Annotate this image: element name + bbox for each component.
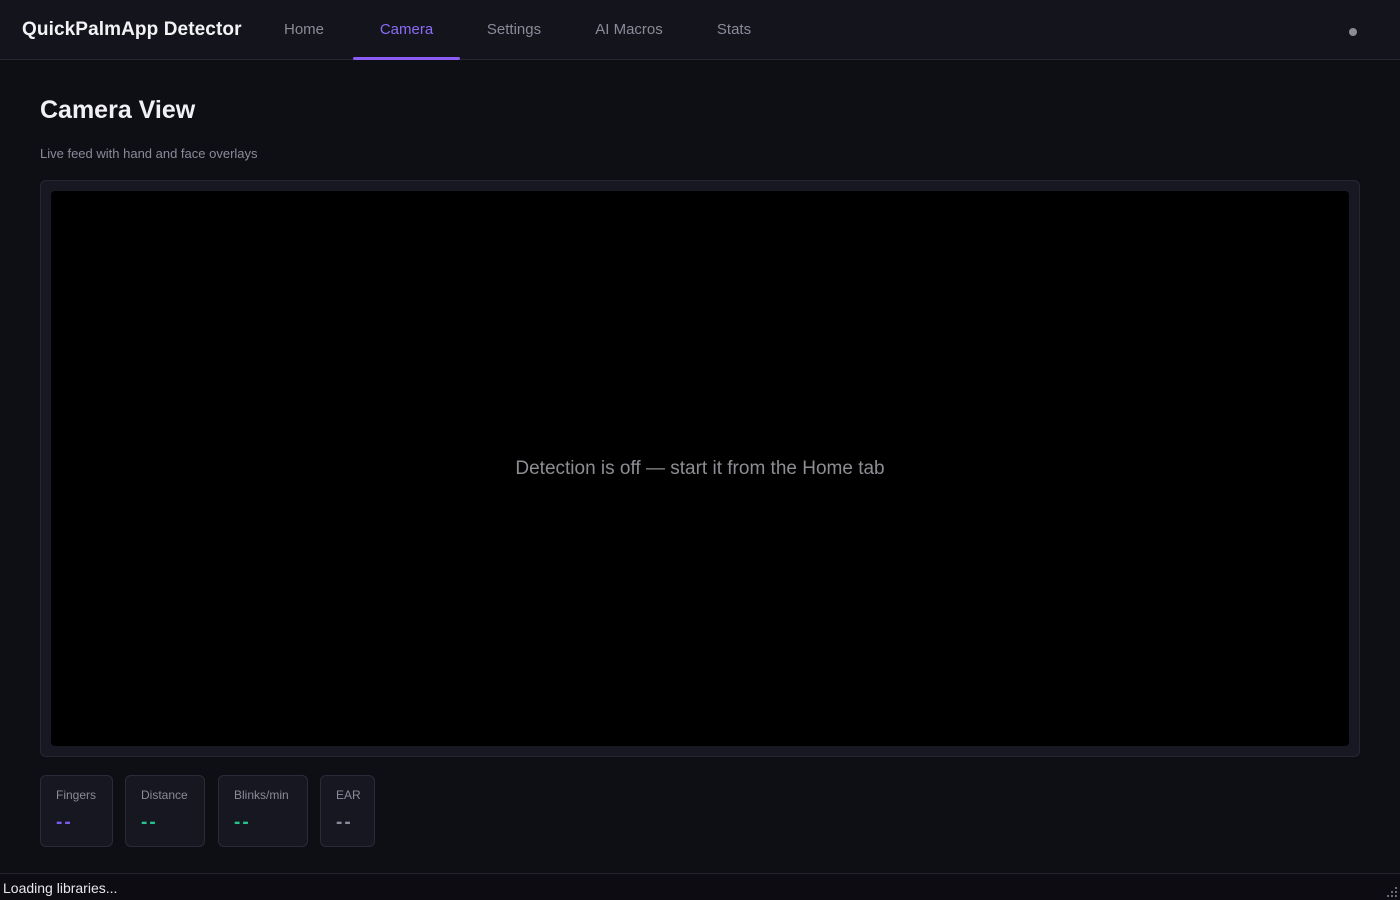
tab-stats[interactable]: Stats: [708, 0, 760, 59]
status-bar: Loading libraries...: [0, 873, 1400, 900]
top-navigation-bar: QuickPalmApp Detector Home Camera Settin…: [0, 0, 1400, 60]
camera-panel: Detection is off — start it from the Hom…: [40, 180, 1360, 757]
tab-camera[interactable]: Camera: [353, 0, 460, 60]
stat-card-distance: Distance --: [125, 775, 205, 847]
status-dot-icon: [1349, 28, 1357, 36]
app-title: QuickPalmApp Detector: [22, 19, 242, 40]
stat-label: Distance: [141, 788, 188, 802]
stat-value-ear: --: [336, 812, 353, 833]
stat-value-blinks: --: [234, 812, 251, 833]
tab-home[interactable]: Home: [274, 0, 334, 59]
camera-feed: Detection is off — start it from the Hom…: [51, 191, 1349, 746]
resize-grip-icon[interactable]: [1386, 886, 1398, 898]
tab-settings[interactable]: Settings: [476, 0, 552, 59]
stat-label: EAR: [336, 788, 361, 802]
page-subtitle: Live feed with hand and face overlays: [40, 146, 258, 161]
tab-ai-macros-label: AI Macros: [595, 21, 663, 38]
tab-home-label: Home: [283, 21, 324, 38]
tab-settings-label: Settings: [486, 21, 542, 38]
status-bar-text: Loading libraries...: [3, 880, 118, 896]
stat-label: Blinks/min: [234, 788, 289, 802]
page-title: Camera View: [40, 96, 196, 124]
stat-card-blinks: Blinks/min --: [218, 775, 308, 847]
stat-card-fingers: Fingers --: [40, 775, 113, 847]
tab-ai-macros[interactable]: AI Macros: [586, 0, 672, 59]
camera-status-message: Detection is off — start it from the Hom…: [515, 457, 885, 479]
tab-camera-label: Camera: [379, 21, 434, 38]
stat-card-ear: EAR --: [320, 775, 375, 847]
stat-label: Fingers: [56, 788, 97, 802]
tab-stats-label: Stats: [716, 21, 752, 38]
stat-value-fingers: --: [56, 812, 73, 833]
stat-value-distance: --: [141, 812, 158, 833]
